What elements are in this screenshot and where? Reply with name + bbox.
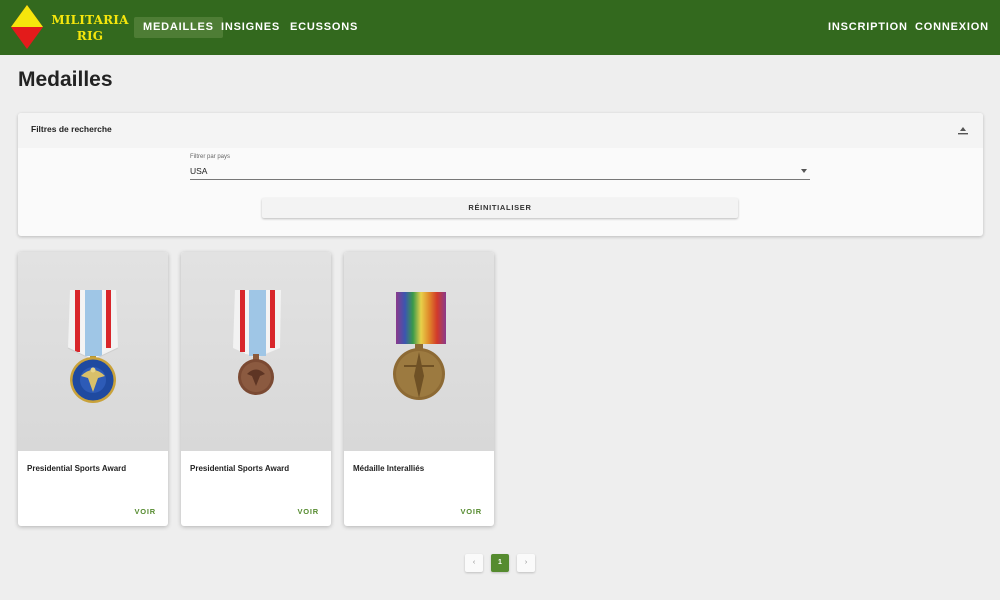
blue-enamel-medal-icon — [67, 290, 119, 403]
filters-title: Filtres de recherche — [31, 124, 112, 134]
card-title: Presidential Sports Award — [27, 464, 127, 473]
victory-medal-icon — [393, 292, 446, 400]
page-1-button[interactable]: 1 — [491, 554, 509, 572]
diamond-logo-icon — [11, 5, 43, 49]
dropdown-caret-icon — [801, 169, 807, 173]
brand-name-line1: MILITARIA — [51, 13, 129, 27]
brand-name: MILITARIA RIG — [50, 12, 130, 44]
top-app-bar: MILITARIA RIG MEDAILLES INSIGNES ECUSSON… — [0, 0, 1000, 55]
medal-image — [18, 252, 168, 451]
card-title: Presidential Sports Award — [190, 464, 290, 473]
page-title: Medailles — [18, 68, 113, 91]
medal-card[interactable]: Médaille Interalliés VOIR — [344, 252, 494, 526]
view-button[interactable]: VOIR — [297, 507, 319, 516]
brand-logo[interactable]: MILITARIA RIG — [10, 4, 128, 50]
next-page-button[interactable]: › — [517, 554, 535, 572]
brand-name-line2: RIG — [76, 29, 104, 43]
search-filters-panel: Filtres de recherche Filtrer par pays US… — [18, 113, 983, 236]
medal-image — [181, 252, 331, 451]
nav-ecussons[interactable]: ECUSSONS — [281, 17, 367, 38]
country-filter-label: Filtrer par pays — [190, 154, 231, 160]
country-filter-select[interactable]: USA — [190, 163, 810, 180]
nav-medailles[interactable]: MEDAILLES — [134, 17, 223, 38]
view-button[interactable]: VOIR — [134, 507, 156, 516]
prev-page-button[interactable]: ‹ — [465, 554, 483, 572]
card-title: Médaille Interalliés — [353, 464, 425, 473]
nav-connexion[interactable]: CONNEXION — [906, 17, 998, 38]
medal-card[interactable]: Presidential Sports Award VOIR — [181, 252, 331, 526]
filters-header[interactable]: Filtres de recherche — [18, 113, 983, 148]
reset-button[interactable]: RÉINITIALISER — [262, 198, 738, 218]
nav-inscription[interactable]: INSCRIPTION — [819, 17, 917, 38]
view-button[interactable]: VOIR — [460, 507, 482, 516]
country-filter-value: USA — [190, 166, 208, 176]
collapse-icon[interactable] — [957, 125, 969, 137]
medal-image — [344, 252, 494, 451]
nav-insignes[interactable]: INSIGNES — [212, 17, 289, 38]
bronze-medal-icon — [233, 290, 281, 395]
medal-card[interactable]: Presidential Sports Award VOIR — [18, 252, 168, 526]
